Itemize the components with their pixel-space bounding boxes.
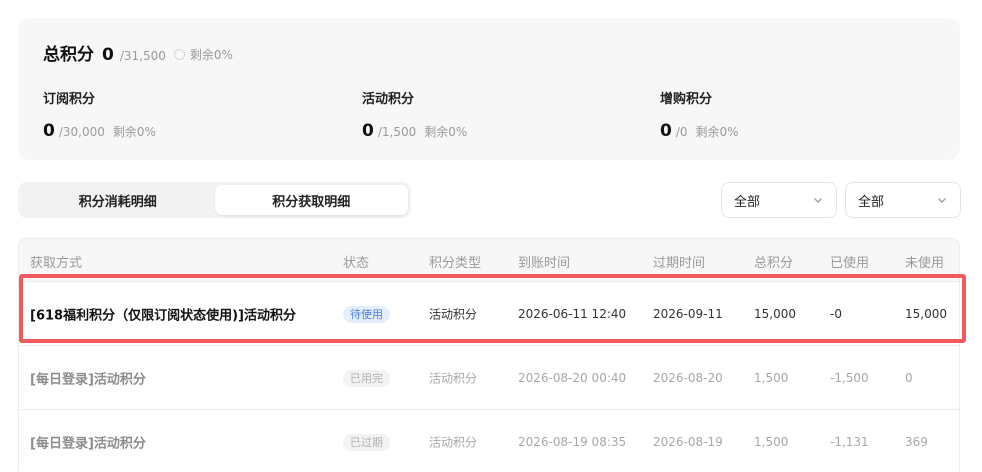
row-arrive-time: 2026-06-11 12:40 (518, 306, 627, 321)
column-header-status: 状态 (343, 256, 370, 271)
row-expire-time: 2026-08-20 (653, 370, 723, 385)
chevron-down-icon (814, 198, 822, 203)
row-expire-time: 2026-09-11 (653, 306, 723, 321)
progress-ring-icon (173, 49, 185, 60)
column-header-unused: 未使用 (905, 256, 945, 271)
category-label: 活动积分 (362, 92, 415, 107)
row-status-cell: 已过期 (343, 433, 390, 451)
table-row[interactable]: [618福利积分（仅限订阅状态使用)]活动积分 待使用 活动积分 2026-06… (19, 281, 959, 345)
row-method: [618福利积分（仅限订阅状态使用)]活动积分 (30, 308, 296, 323)
points-acquisition-table: 获取方式 状态 积分类型 到账时间 过期时间 总积分 已使用 未使用 [618福… (18, 238, 960, 472)
table-row[interactable]: [每日登录]活动积分 已用完 活动积分 2026-08-20 00:40 202… (19, 345, 959, 409)
table-header: 获取方式 状态 积分类型 到账时间 过期时间 总积分 已使用 未使用 (19, 239, 959, 281)
row-method: [每日登录]活动积分 (30, 436, 146, 451)
category-addon: 增购积分 0 /0 剩余0% (660, 88, 739, 141)
category-label: 增购积分 (660, 92, 713, 107)
category-value: 0 (362, 121, 374, 141)
filter-select-2[interactable]: 全部 (845, 182, 961, 218)
column-header-total: 总积分 (754, 256, 794, 271)
detail-tabs: 积分消耗明细 积分获取明细 (18, 182, 411, 218)
total-remain-text: 剩余0% (189, 48, 233, 62)
category-label: 订阅积分 (43, 92, 96, 107)
row-status-cell: 待使用 (343, 305, 390, 323)
category-remain: 剩余0% (112, 125, 156, 139)
category-subscription: 订阅积分 0 /30,000 剩余0% (43, 88, 156, 141)
column-header-arrive-time: 到账时间 (518, 256, 571, 271)
category-value: 0 (660, 121, 672, 141)
column-header-used: 已使用 (830, 256, 870, 271)
filter-select-value: 全部 (734, 194, 761, 210)
tab-consumption-detail[interactable]: 积分消耗明细 (21, 185, 215, 215)
row-status-cell: 已用完 (343, 369, 390, 387)
row-type: 活动积分 (429, 371, 478, 385)
chevron-down-icon (938, 198, 946, 203)
column-header-method: 获取方式 (30, 256, 83, 271)
row-expire-time: 2026-08-19 (653, 434, 723, 449)
row-unused: 15,000 (905, 306, 947, 321)
column-header-expire-time: 过期时间 (653, 256, 706, 271)
row-unused: 0 (905, 370, 913, 385)
column-header-type: 积分类型 (429, 256, 482, 271)
filter-select-value: 全部 (858, 194, 885, 210)
row-method: [每日登录]活动积分 (30, 372, 146, 387)
category-value: 0 (43, 121, 55, 141)
row-used: -0 (830, 306, 842, 321)
row-total: 1,500 (754, 370, 789, 385)
row-unused: 369 (905, 434, 928, 449)
row-arrive-time: 2026-08-20 00:40 (518, 370, 627, 385)
category-max: /30,000 (58, 125, 105, 139)
category-remain: 剩余0% (695, 125, 739, 139)
row-total: 15,000 (754, 306, 796, 321)
row-type: 活动积分 (429, 435, 478, 449)
total-remain: 剩余0% (173, 46, 233, 63)
total-points-row: 总积分 0 /31,500 剩余0% (43, 40, 233, 65)
total-points-max: /31,500 (119, 49, 166, 63)
status-badge: 已过期 (343, 433, 390, 451)
status-badge: 待使用 (343, 305, 390, 323)
category-max: /1,500 (377, 125, 417, 139)
status-badge: 已用完 (343, 369, 390, 387)
category-activity: 活动积分 0 /1,500 剩余0% (362, 88, 467, 141)
row-arrive-time: 2026-08-19 08:35 (518, 434, 627, 449)
row-used: -1,131 (830, 434, 869, 449)
category-remain: 剩余0% (424, 125, 468, 139)
table-row[interactable]: [每日登录]活动积分 已过期 活动积分 2026-08-19 08:35 202… (19, 409, 959, 472)
points-summary-card: 总积分 0 /31,500 剩余0% 订阅积分 0 /30,000 剩余0% 活… (18, 18, 960, 160)
category-max: /0 (675, 125, 688, 139)
row-type: 活动积分 (429, 307, 478, 321)
row-used: -1,500 (830, 370, 869, 385)
filter-select-1[interactable]: 全部 (721, 182, 837, 218)
tab-acquisition-detail[interactable]: 积分获取明细 (214, 185, 408, 215)
total-points-value: 0 (102, 45, 114, 65)
row-total: 1,500 (754, 434, 789, 449)
total-points-label: 总积分 (43, 45, 94, 65)
